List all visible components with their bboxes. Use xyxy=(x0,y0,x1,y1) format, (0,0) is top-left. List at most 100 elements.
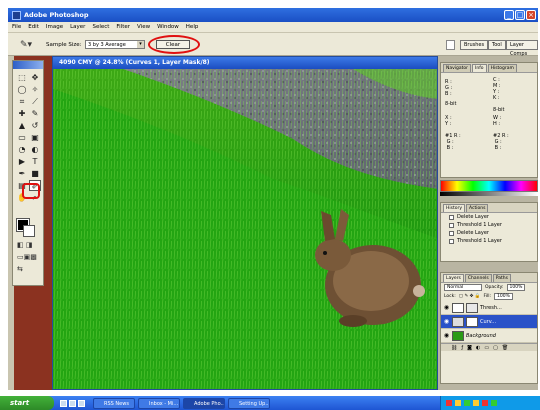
tab-channels[interactable]: Channels xyxy=(464,274,492,282)
media-icon[interactable] xyxy=(78,399,85,407)
fill-input[interactable]: 100% xyxy=(494,293,513,300)
history-item[interactable]: Delete Layer xyxy=(441,213,537,221)
layer-style-icon[interactable]: ƒ xyxy=(461,344,463,351)
link-layers-icon[interactable]: ⛓ xyxy=(451,344,457,351)
history-item-label: Delete Layer xyxy=(457,214,489,220)
tab-tool-presets[interactable]: Tool xyxy=(488,40,506,50)
lock-controls: Lock: ▢ ✎ ✥ 🔒 Fill: 100% xyxy=(441,292,537,301)
jump-to-imageready-icon[interactable]: ⇆ xyxy=(17,265,23,274)
menu-image[interactable]: Image xyxy=(46,24,63,30)
tray-icon[interactable] xyxy=(455,400,461,406)
tab-info[interactable]: Info xyxy=(472,64,487,72)
lock-icons[interactable]: ▢ ✎ ✥ 🔒 xyxy=(459,292,481,301)
task-inbox[interactable]: Inbox - Mi... xyxy=(138,397,180,409)
screen-mode-icon[interactable]: ▭▣▩ xyxy=(17,253,37,262)
path-select-icon[interactable]: ▶ xyxy=(16,156,28,167)
color-sampler-tool-icon[interactable]: ✎▾ xyxy=(20,40,34,50)
opacity-label: Opacity: xyxy=(485,285,504,290)
menu-filter[interactable]: Filter xyxy=(116,24,130,30)
info-cmyk: C : M : Y : K : xyxy=(493,77,501,101)
opacity-input[interactable]: 100% xyxy=(506,284,526,291)
menu-select[interactable]: Select xyxy=(92,24,109,30)
healing-brush-icon[interactable]: ✚ xyxy=(16,108,28,119)
tab-actions[interactable]: Actions xyxy=(466,204,489,212)
new-layer-icon[interactable]: ▢ xyxy=(493,344,498,351)
history-palette: History Actions Delete Layer Threshold 1… xyxy=(440,202,538,262)
brush-tool-icon[interactable]: ✎ xyxy=(29,108,41,119)
clone-stamp-icon[interactable]: ▲ xyxy=(16,120,28,131)
blend-controls: Normal Opacity: 100% xyxy=(441,283,537,292)
grayscale-ramp[interactable] xyxy=(440,192,538,196)
slice-tool-icon[interactable]: ⟋ xyxy=(29,96,41,107)
tab-paths[interactable]: Paths xyxy=(492,274,511,282)
options-bar: ✎▾ Sample Size: 3 by 3 Average ▾ Clear B… xyxy=(8,32,538,57)
task-rss-news[interactable]: RSS News xyxy=(93,397,135,409)
maximize-icon[interactable]: □ xyxy=(515,10,525,20)
layers-palette: Layers Channels Paths Normal Opacity: 10… xyxy=(440,272,538,384)
marquee-tool-icon[interactable]: ⬚ xyxy=(16,72,28,83)
tray-icon[interactable] xyxy=(473,400,479,406)
document-icon[interactable] xyxy=(446,40,455,50)
history-item[interactable]: Threshold 1 Layer xyxy=(441,237,537,245)
layer-row[interactable]: ◉ Background xyxy=(441,329,537,343)
history-item[interactable]: Threshold 1 Layer xyxy=(441,221,537,229)
close-icon[interactable]: × xyxy=(526,10,536,20)
trash-icon[interactable]: 🗑 xyxy=(502,344,508,351)
desktop-icon[interactable] xyxy=(60,399,67,407)
eye-icon[interactable]: ◉ xyxy=(443,304,450,311)
document-window[interactable]: 4090 CMY @ 24.8% (Curves 1, Layer Mask/8… xyxy=(52,56,438,390)
rabbit-photo[interactable] xyxy=(53,69,438,390)
browser-icon[interactable] xyxy=(69,399,76,407)
menu-file[interactable]: File xyxy=(12,24,21,30)
eye-icon[interactable]: ◉ xyxy=(443,332,450,339)
dodge-tool-icon[interactable]: ◐ xyxy=(29,144,41,155)
new-group-icon[interactable]: ▭ xyxy=(484,344,489,351)
quick-mask-icon[interactable]: ◧ ◨ xyxy=(17,241,32,250)
menu-layer[interactable]: Layer xyxy=(70,24,85,30)
type-tool-icon[interactable]: T xyxy=(29,156,41,167)
history-item[interactable]: Delete Layer xyxy=(441,229,537,237)
background-color-swatch[interactable] xyxy=(23,225,35,237)
tab-layer-comps[interactable]: Layer Comps xyxy=(506,40,538,57)
layer-mask-thumbnail xyxy=(466,302,478,313)
menu-edit[interactable]: Edit xyxy=(28,24,39,30)
pen-tool-icon[interactable]: ✒ xyxy=(16,168,28,179)
new-adjustment-icon[interactable]: ◐ xyxy=(476,344,480,351)
move-tool-icon[interactable]: ✥ xyxy=(29,72,41,83)
sample-size-select[interactable]: 3 by 3 Average ▾ xyxy=(85,40,145,49)
layers-palette-tabs: Layers Channels Paths xyxy=(441,273,537,283)
tray-icon[interactable] xyxy=(482,400,488,406)
lasso-tool-icon[interactable]: ◯ xyxy=(16,84,28,95)
gradient-tool-icon[interactable]: ▣ xyxy=(29,132,41,143)
menu-view[interactable]: View xyxy=(137,24,150,30)
color-ramp[interactable] xyxy=(440,180,538,192)
shape-tool-icon[interactable]: ■ xyxy=(29,168,41,179)
tray-icon[interactable] xyxy=(464,400,470,406)
add-mask-icon[interactable]: ◙ xyxy=(467,344,472,351)
menu-bar: File Edit Image Layer Select Filter View… xyxy=(8,22,538,32)
tab-layers[interactable]: Layers xyxy=(443,274,464,282)
tab-history[interactable]: History xyxy=(443,204,466,212)
history-palette-tabs: History Actions xyxy=(441,203,537,213)
menu-help[interactable]: Help xyxy=(186,24,199,30)
tab-histogram[interactable]: Histogram xyxy=(487,64,517,72)
tab-navigator[interactable]: Navigator xyxy=(443,64,472,72)
history-brush-icon[interactable]: ↺ xyxy=(29,120,41,131)
minimize-icon[interactable]: _ xyxy=(504,10,514,20)
crop-tool-icon[interactable]: ⌗ xyxy=(16,96,28,107)
task-setting-up[interactable]: Setting Up... xyxy=(228,397,270,409)
magic-wand-icon[interactable]: ✧ xyxy=(29,84,41,95)
start-button[interactable]: start xyxy=(0,396,54,410)
layer-row[interactable]: ◉ Thresh... xyxy=(441,301,537,315)
lock-label: Lock: xyxy=(444,294,456,299)
eraser-tool-icon[interactable]: ▭ xyxy=(16,132,28,143)
blur-tool-icon[interactable]: ◔ xyxy=(16,144,28,155)
tray-icon[interactable] xyxy=(491,400,497,406)
blend-mode-select[interactable]: Normal xyxy=(444,284,482,291)
menu-window[interactable]: Window xyxy=(157,24,179,30)
tray-icon[interactable] xyxy=(446,400,452,406)
eye-icon[interactable]: ◉ xyxy=(443,318,450,325)
tab-brushes[interactable]: Brushes xyxy=(460,40,489,50)
layer-row-selected[interactable]: ◉ Curv... xyxy=(441,315,537,329)
task-photoshop[interactable]: Adobe Pho... xyxy=(183,397,225,409)
